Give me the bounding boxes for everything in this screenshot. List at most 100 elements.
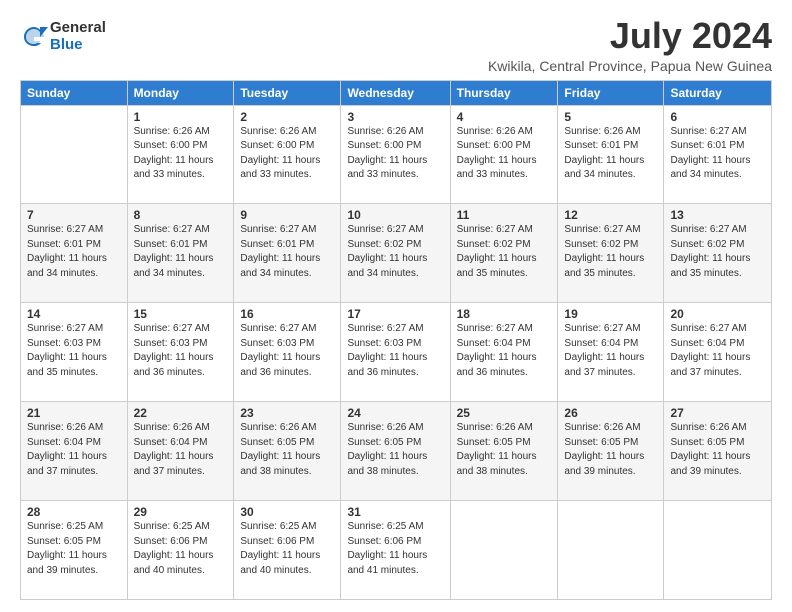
calendar-cell: 17Sunrise: 6:27 AM Sunset: 6:03 PM Dayli… (341, 303, 450, 402)
day-info: Sunrise: 6:26 AM Sunset: 6:05 PM Dayligh… (670, 421, 765, 479)
header-thursday: Thursday (450, 80, 558, 105)
day-number: 4 (457, 110, 552, 124)
calendar-cell (664, 501, 772, 600)
day-number: 30 (240, 505, 334, 519)
day-info: Sunrise: 6:27 AM Sunset: 6:04 PM Dayligh… (457, 322, 552, 380)
day-info: Sunrise: 6:27 AM Sunset: 6:04 PM Dayligh… (670, 322, 765, 380)
day-number: 19 (564, 307, 657, 321)
day-number: 7 (27, 208, 121, 222)
header-sunday: Sunday (21, 80, 128, 105)
day-info: Sunrise: 6:27 AM Sunset: 6:04 PM Dayligh… (564, 322, 657, 380)
header-tuesday: Tuesday (234, 80, 341, 105)
calendar-cell: 8Sunrise: 6:27 AM Sunset: 6:01 PM Daylig… (127, 204, 234, 303)
logo-general-label: General (50, 20, 106, 37)
calendar-cell: 20Sunrise: 6:27 AM Sunset: 6:04 PM Dayli… (664, 303, 772, 402)
calendar-cell (450, 501, 558, 600)
title-block: July 2024 Kwikila, Central Province, Pap… (488, 16, 772, 74)
calendar-cell: 25Sunrise: 6:26 AM Sunset: 6:05 PM Dayli… (450, 402, 558, 501)
day-number: 29 (134, 505, 228, 519)
day-info: Sunrise: 6:26 AM Sunset: 6:05 PM Dayligh… (347, 421, 443, 479)
calendar-cell: 3Sunrise: 6:26 AM Sunset: 6:00 PM Daylig… (341, 105, 450, 204)
day-number: 22 (134, 406, 228, 420)
header-monday: Monday (127, 80, 234, 105)
calendar-cell: 26Sunrise: 6:26 AM Sunset: 6:05 PM Dayli… (558, 402, 664, 501)
calendar-week-5: 28Sunrise: 6:25 AM Sunset: 6:05 PM Dayli… (21, 501, 772, 600)
day-number: 31 (347, 505, 443, 519)
day-info: Sunrise: 6:25 AM Sunset: 6:06 PM Dayligh… (240, 520, 334, 578)
calendar-cell: 12Sunrise: 6:27 AM Sunset: 6:02 PM Dayli… (558, 204, 664, 303)
day-number: 15 (134, 307, 228, 321)
day-number: 17 (347, 307, 443, 321)
calendar-cell (21, 105, 128, 204)
calendar-cell: 13Sunrise: 6:27 AM Sunset: 6:02 PM Dayli… (664, 204, 772, 303)
day-info: Sunrise: 6:25 AM Sunset: 6:06 PM Dayligh… (347, 520, 443, 578)
day-info: Sunrise: 6:27 AM Sunset: 6:03 PM Dayligh… (134, 322, 228, 380)
day-info: Sunrise: 6:27 AM Sunset: 6:03 PM Dayligh… (27, 322, 121, 380)
day-number: 12 (564, 208, 657, 222)
calendar-week-1: 1Sunrise: 6:26 AM Sunset: 6:00 PM Daylig… (21, 105, 772, 204)
calendar-cell: 31Sunrise: 6:25 AM Sunset: 6:06 PM Dayli… (341, 501, 450, 600)
day-number: 3 (347, 110, 443, 124)
day-number: 5 (564, 110, 657, 124)
calendar-cell: 28Sunrise: 6:25 AM Sunset: 6:05 PM Dayli… (21, 501, 128, 600)
calendar-cell: 21Sunrise: 6:26 AM Sunset: 6:04 PM Dayli… (21, 402, 128, 501)
calendar-cell: 7Sunrise: 6:27 AM Sunset: 6:01 PM Daylig… (21, 204, 128, 303)
day-info: Sunrise: 6:27 AM Sunset: 6:01 PM Dayligh… (240, 223, 334, 281)
day-info: Sunrise: 6:26 AM Sunset: 6:00 PM Dayligh… (240, 125, 334, 183)
day-number: 8 (134, 208, 228, 222)
day-info: Sunrise: 6:27 AM Sunset: 6:03 PM Dayligh… (240, 322, 334, 380)
day-info: Sunrise: 6:27 AM Sunset: 6:02 PM Dayligh… (564, 223, 657, 281)
calendar-cell: 18Sunrise: 6:27 AM Sunset: 6:04 PM Dayli… (450, 303, 558, 402)
day-info: Sunrise: 6:27 AM Sunset: 6:02 PM Dayligh… (457, 223, 552, 281)
day-number: 1 (134, 110, 228, 124)
calendar-cell: 19Sunrise: 6:27 AM Sunset: 6:04 PM Dayli… (558, 303, 664, 402)
day-info: Sunrise: 6:26 AM Sunset: 6:00 PM Dayligh… (134, 125, 228, 183)
day-info: Sunrise: 6:27 AM Sunset: 6:02 PM Dayligh… (347, 223, 443, 281)
calendar-cell (558, 501, 664, 600)
location-subtitle: Kwikila, Central Province, Papua New Gui… (488, 58, 772, 74)
day-number: 10 (347, 208, 443, 222)
calendar-cell: 11Sunrise: 6:27 AM Sunset: 6:02 PM Dayli… (450, 204, 558, 303)
calendar-week-3: 14Sunrise: 6:27 AM Sunset: 6:03 PM Dayli… (21, 303, 772, 402)
day-number: 2 (240, 110, 334, 124)
calendar-cell: 24Sunrise: 6:26 AM Sunset: 6:05 PM Dayli… (341, 402, 450, 501)
logo-icon (20, 23, 48, 51)
calendar-cell: 29Sunrise: 6:25 AM Sunset: 6:06 PM Dayli… (127, 501, 234, 600)
day-info: Sunrise: 6:26 AM Sunset: 6:01 PM Dayligh… (564, 125, 657, 183)
calendar-cell: 16Sunrise: 6:27 AM Sunset: 6:03 PM Dayli… (234, 303, 341, 402)
day-number: 20 (670, 307, 765, 321)
calendar-week-4: 21Sunrise: 6:26 AM Sunset: 6:04 PM Dayli… (21, 402, 772, 501)
logo-blue-label: Blue (50, 37, 106, 54)
day-info: Sunrise: 6:26 AM Sunset: 6:04 PM Dayligh… (27, 421, 121, 479)
day-info: Sunrise: 6:27 AM Sunset: 6:01 PM Dayligh… (27, 223, 121, 281)
day-info: Sunrise: 6:26 AM Sunset: 6:00 PM Dayligh… (457, 125, 552, 183)
logo: General Blue (20, 20, 106, 53)
calendar-cell: 1Sunrise: 6:26 AM Sunset: 6:00 PM Daylig… (127, 105, 234, 204)
day-info: Sunrise: 6:26 AM Sunset: 6:05 PM Dayligh… (240, 421, 334, 479)
day-number: 9 (240, 208, 334, 222)
month-year-title: July 2024 (488, 16, 772, 56)
header-friday: Friday (558, 80, 664, 105)
day-number: 23 (240, 406, 334, 420)
day-number: 16 (240, 307, 334, 321)
calendar-cell: 9Sunrise: 6:27 AM Sunset: 6:01 PM Daylig… (234, 204, 341, 303)
day-info: Sunrise: 6:27 AM Sunset: 6:01 PM Dayligh… (670, 125, 765, 183)
calendar-header-row: Sunday Monday Tuesday Wednesday Thursday… (21, 80, 772, 105)
calendar-table: Sunday Monday Tuesday Wednesday Thursday… (20, 80, 772, 600)
day-info: Sunrise: 6:26 AM Sunset: 6:04 PM Dayligh… (134, 421, 228, 479)
day-info: Sunrise: 6:25 AM Sunset: 6:05 PM Dayligh… (27, 520, 121, 578)
logo-text: General Blue (50, 20, 106, 53)
day-number: 27 (670, 406, 765, 420)
day-number: 6 (670, 110, 765, 124)
day-info: Sunrise: 6:26 AM Sunset: 6:00 PM Dayligh… (347, 125, 443, 183)
calendar-cell: 22Sunrise: 6:26 AM Sunset: 6:04 PM Dayli… (127, 402, 234, 501)
day-number: 18 (457, 307, 552, 321)
day-info: Sunrise: 6:27 AM Sunset: 6:03 PM Dayligh… (347, 322, 443, 380)
calendar-cell: 5Sunrise: 6:26 AM Sunset: 6:01 PM Daylig… (558, 105, 664, 204)
calendar-cell: 30Sunrise: 6:25 AM Sunset: 6:06 PM Dayli… (234, 501, 341, 600)
header-wednesday: Wednesday (341, 80, 450, 105)
calendar-cell: 23Sunrise: 6:26 AM Sunset: 6:05 PM Dayli… (234, 402, 341, 501)
calendar-cell: 14Sunrise: 6:27 AM Sunset: 6:03 PM Dayli… (21, 303, 128, 402)
calendar-cell: 4Sunrise: 6:26 AM Sunset: 6:00 PM Daylig… (450, 105, 558, 204)
day-number: 11 (457, 208, 552, 222)
